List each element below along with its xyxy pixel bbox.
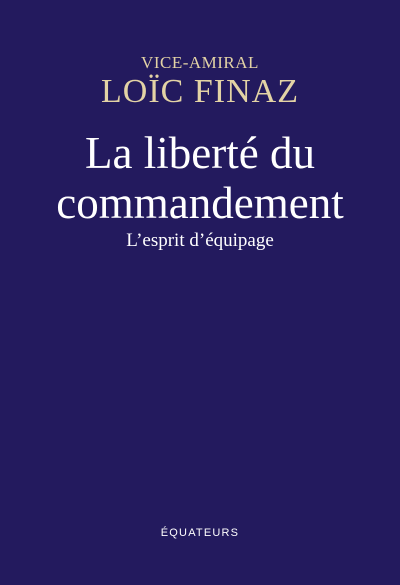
book-cover: VICE-AMIRAL LOÏC FINAZ La liberté du com… [0,0,400,585]
publisher-name: ÉQUATEURS [160,527,240,539]
book-title-line-2: commandement [56,178,344,228]
book-title: La liberté du commandement [0,128,400,228]
book-subtitle: L’esprit d’équipage [126,230,274,251]
book-title-line-1: La liberté du [85,128,315,178]
author-rank: VICE-AMIRAL [141,53,259,72]
author-name: LOÏC FINAZ [101,73,299,110]
